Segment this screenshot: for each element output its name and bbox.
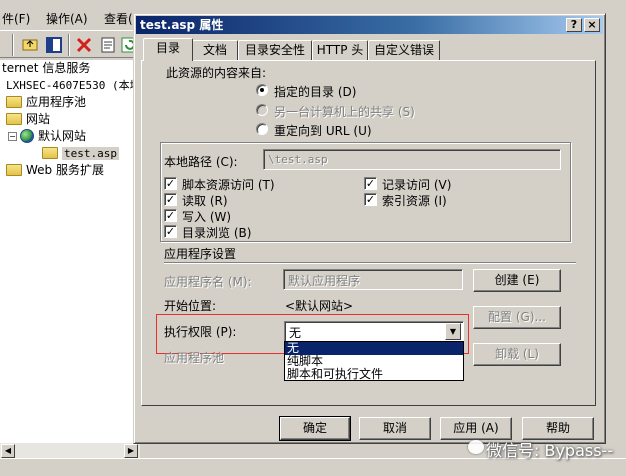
tab-documents[interactable]: 文档 xyxy=(192,40,238,60)
tab-directory[interactable]: 目录 xyxy=(143,38,193,61)
exec-perm-value: 无 xyxy=(289,326,302,340)
help-button[interactable]: ? xyxy=(566,18,582,32)
app-pool-label: 应用程序池 xyxy=(164,351,225,365)
folder-icon xyxy=(6,113,22,125)
check-icon: ✓ xyxy=(165,177,176,190)
menu-view[interactable]: 查看( xyxy=(104,10,133,27)
collapse-icon[interactable]: − xyxy=(8,132,17,141)
scroll-right-icon[interactable]: ▶ xyxy=(124,444,138,458)
local-path-label: 本地路径 (C): xyxy=(164,155,238,169)
show-tree-icon[interactable] xyxy=(44,35,64,55)
tree-web-ext[interactable]: Web 服务扩展 xyxy=(6,162,104,179)
background-menubar: 件(F) 操作(A) 查看( xyxy=(0,0,140,30)
unload-button[interactable]: 卸载 (L) xyxy=(473,343,561,366)
tree-label: 默认网站 xyxy=(38,129,87,143)
scroll-left-icon[interactable]: ◀ xyxy=(1,444,15,458)
checkbox-log-visits[interactable]: ✓ xyxy=(364,177,377,190)
tree-label: 应用程序池 xyxy=(26,95,87,109)
local-path-field[interactable]: \test.asp xyxy=(263,149,561,170)
checkbox-read[interactable]: ✓ xyxy=(164,193,177,206)
tree-file-test[interactable]: test.asp xyxy=(42,145,119,162)
check-icon: ✓ xyxy=(165,209,176,222)
menu-action[interactable]: 操作(A) xyxy=(46,10,88,27)
checkbox-script-access[interactable]: ✓ xyxy=(164,177,177,190)
index-label[interactable]: 索引资源 (I) xyxy=(382,192,447,209)
properties-icon[interactable] xyxy=(98,35,118,55)
log-visits-label[interactable]: 记录访问 (V) xyxy=(382,176,451,193)
folder-icon xyxy=(6,164,22,176)
tree-server[interactable]: LXHSEC-4607E530 (本地计 xyxy=(6,77,152,94)
globe-icon xyxy=(20,129,34,143)
app-name-value: 默认应用程序 xyxy=(288,274,361,288)
app-name-field[interactable]: 默认应用程序 xyxy=(283,269,463,290)
dialog-title: test.asp 属性 xyxy=(140,18,224,32)
read-label[interactable]: 读取 (R) xyxy=(182,192,228,209)
background-toolbar xyxy=(0,30,140,58)
folder-icon xyxy=(6,96,22,108)
exec-perm-label: 执行权限 (P): xyxy=(164,325,237,339)
check-icon: ✓ xyxy=(365,193,376,206)
cancel-button[interactable]: 取消 xyxy=(359,417,431,440)
checkbox-index[interactable]: ✓ xyxy=(364,193,377,206)
separator xyxy=(164,262,576,264)
exec-perm-dropdown[interactable]: 无 纯脚本 脚本和可执行文件 xyxy=(284,341,464,381)
app-settings-label: 应用程序设置 xyxy=(164,247,237,261)
menu-file[interactable]: 件(F) xyxy=(2,10,30,27)
checkbox-write[interactable]: ✓ xyxy=(164,209,177,222)
tree-default-site[interactable]: − 默认网站 xyxy=(8,128,86,145)
checkbox-dir-browse[interactable]: ✓ xyxy=(164,225,177,238)
tab-http-headers[interactable]: HTTP 头 xyxy=(312,40,368,60)
write-label[interactable]: 写入 (W) xyxy=(182,208,231,225)
script-access-label[interactable]: 脚本资源访问 (T) xyxy=(182,176,275,193)
tab-custom-errors[interactable]: 自定义错误 xyxy=(368,40,440,60)
horizontal-scrollbar[interactable]: ◀ ▶ xyxy=(0,442,140,458)
folder-icon xyxy=(42,147,58,159)
tree-label: test.asp xyxy=(62,147,119,160)
delete-icon[interactable] xyxy=(74,35,94,55)
tree-label: Web 服务扩展 xyxy=(26,163,104,177)
tree-label: 网站 xyxy=(26,112,51,126)
start-pos-value: <默认网站> xyxy=(285,299,354,313)
exec-perm-select[interactable]: 无 ▼ xyxy=(284,321,464,342)
config-button[interactable]: 配置 (G)... xyxy=(473,306,561,329)
drop-arrow-icon[interactable]: ▼ xyxy=(445,323,461,340)
tree-pane[interactable]: ternet 信息服务 LXHSEC-4607E530 (本地计 应用程序池 网… xyxy=(0,60,152,442)
tree-websites[interactable]: 网站 xyxy=(6,111,50,128)
toolbar-separator xyxy=(68,34,70,56)
radio-specified-dir[interactable] xyxy=(256,84,268,96)
toolbar-separator xyxy=(12,34,14,56)
radio-redirect-url[interactable] xyxy=(256,123,268,135)
radio-redirect-url-label[interactable]: 重定向到 URL (U) xyxy=(274,122,372,139)
tree-root[interactable]: ternet 信息服务 xyxy=(2,60,90,77)
content-source-label: 此资源的内容来自: xyxy=(166,66,267,80)
start-pos-label: 开始位置: xyxy=(164,299,217,313)
up-folder-icon[interactable] xyxy=(20,35,40,55)
local-path-value: \test.asp xyxy=(268,153,328,166)
check-icon: ✓ xyxy=(165,193,176,206)
watermark: 微信号: Bypass-- xyxy=(486,441,614,460)
ok-button[interactable]: 确定 xyxy=(279,416,351,441)
tab-directory-security[interactable]: 目录安全性 xyxy=(238,40,312,60)
radio-specified-dir-label[interactable]: 指定的目录 (D) xyxy=(274,83,356,100)
app-name-label: 应用程序名 (M): xyxy=(164,275,252,289)
create-button[interactable]: 创建 (E) xyxy=(473,269,561,292)
close-button[interactable]: × xyxy=(584,18,600,32)
check-icon: ✓ xyxy=(165,225,176,238)
radio-network-share[interactable] xyxy=(256,104,268,116)
check-icon: ✓ xyxy=(365,177,376,190)
dir-browse-label[interactable]: 目录浏览 (B) xyxy=(182,224,251,241)
radio-network-share-label[interactable]: 另一台计算机上的共享 (S) xyxy=(274,103,415,120)
tree-app-pools[interactable]: 应用程序池 xyxy=(6,94,86,111)
option-scripts-executables[interactable]: 脚本和可执行文件 xyxy=(285,368,463,381)
wechat-icon xyxy=(468,440,484,454)
